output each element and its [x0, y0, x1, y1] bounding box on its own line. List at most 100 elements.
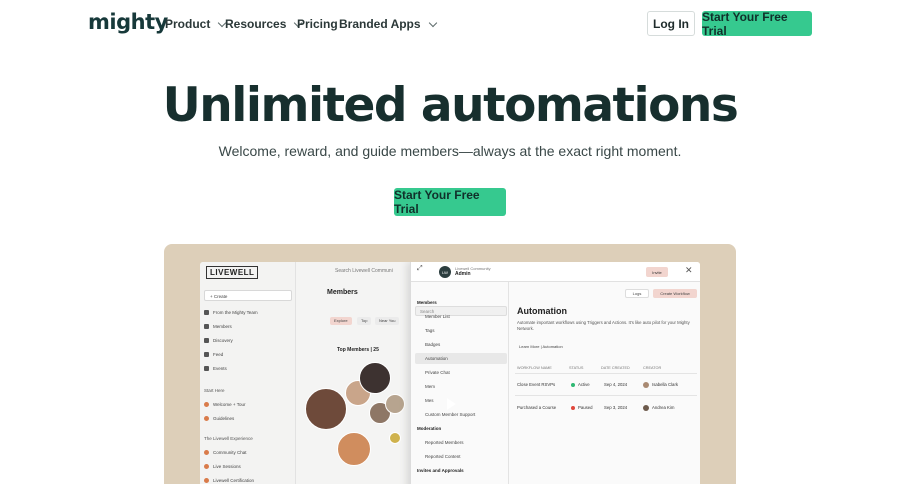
col-date-created: DATE CREATED	[601, 366, 630, 370]
admin-item: Custom Member Support	[425, 412, 476, 417]
feed-icon	[204, 352, 209, 357]
automation-heading: Automation	[517, 306, 567, 316]
app-sidebar: LIVEWELL + Create From the Mighty Team M…	[200, 262, 296, 484]
nav-pricing[interactable]: Pricing	[297, 17, 338, 31]
workflow-date: Sep 4, 2024	[604, 382, 628, 387]
workflow-status: Paused	[571, 405, 593, 410]
sidebar-item-feed: Feed	[204, 352, 223, 357]
guidelines-icon	[204, 416, 209, 421]
top-members-label: Top Members | 25	[337, 347, 379, 353]
livewell-logo: LIVEWELL	[206, 266, 259, 279]
members-icon	[204, 324, 209, 329]
member-avatar	[385, 394, 405, 414]
sidebar-item-from-team: From the Mighty Team	[204, 310, 258, 315]
sidebar-item-label: Events	[213, 366, 227, 371]
table-divider	[515, 395, 697, 396]
creator-name: Andrea Kim	[652, 405, 675, 411]
admin-item: Mes	[425, 398, 434, 403]
avatar	[643, 382, 649, 388]
admin-item: Reported Content	[425, 454, 461, 459]
member-avatar	[305, 388, 347, 430]
sidebar-item-members: Members	[204, 324, 232, 329]
community-logo: LW	[439, 266, 451, 278]
sidebar-item-label: Members	[213, 324, 232, 329]
sidebar-item-label: Feed	[213, 352, 224, 357]
section-experience: The Livewell Experience	[204, 436, 253, 441]
sidebar-item-label: From the Mighty Team	[213, 310, 258, 315]
sidebar-item-discovery: Discovery	[204, 338, 233, 343]
admin-item: Reported Members	[425, 440, 464, 445]
admin-item: Mem	[425, 384, 435, 389]
sidebar-item-label: Livewell Certification	[213, 478, 255, 483]
certification-icon	[204, 478, 209, 483]
nav-product[interactable]: Product	[165, 17, 227, 31]
nav-resources-label: Resources	[225, 17, 287, 31]
close-icon: ✕	[685, 265, 693, 275]
admin-item: Badges	[425, 342, 441, 347]
login-button[interactable]: Log In	[647, 11, 695, 36]
admin-item: Member List	[425, 314, 450, 319]
member-avatar	[337, 432, 371, 466]
modal-header: ⤢ LW Livewell Community Admin Invite ✕	[411, 262, 700, 282]
product-video-frame[interactable]: LIVEWELL + Create From the Mighty Team M…	[164, 244, 736, 484]
workflow-creator: Isabella Clark	[643, 382, 678, 388]
chip-top: Top	[357, 317, 372, 325]
sidebar-item-community-chat: Community Chat	[204, 450, 247, 455]
nav-resources[interactable]: Resources	[225, 17, 303, 31]
sidebar-item-label: Discovery	[213, 338, 233, 343]
team-icon	[204, 310, 209, 315]
sidebar-item-certification: Livewell Certification	[204, 478, 254, 483]
sidebar-item-guidelines: Guidelines	[204, 416, 234, 421]
events-icon	[204, 366, 209, 371]
admin-sidebar: Search Members Member List Tags Badges A…	[411, 282, 509, 484]
admin-item-active: Automation	[425, 356, 448, 361]
chevron-down-icon	[428, 18, 437, 27]
sidebar-item-label: Guidelines	[213, 416, 235, 421]
member-avatar	[389, 432, 401, 444]
section-start-here: Start Here	[204, 388, 225, 393]
chip-explore: Explore	[330, 317, 352, 325]
workflow-name: Close Event RSVPs	[517, 382, 556, 387]
workflow-name: Purchased a Course	[517, 405, 557, 410]
mighty-logo[interactable]: mighty	[88, 10, 168, 34]
live-icon	[204, 464, 209, 469]
play-icon[interactable]	[447, 398, 456, 410]
product-screenshot: LIVEWELL + Create From the Mighty Team M…	[200, 262, 700, 484]
workflow-creator: Andrea Kim	[643, 405, 674, 411]
status-label: Paused	[578, 405, 593, 410]
status-label: Active	[578, 382, 590, 387]
nav-branded-apps-label: Branded Apps	[339, 17, 421, 31]
member-avatar	[359, 362, 391, 394]
members-panel: Members Explore Top Near You Top Members…	[297, 262, 412, 484]
col-creator: CREATOR	[643, 366, 662, 370]
col-workflow-name: WORKFLOW NAME	[517, 366, 552, 370]
workflow-date: Sep 3, 2024	[604, 405, 628, 410]
creator-name: Isabella Clark	[652, 382, 679, 388]
automation-modal: ⤢ LW Livewell Community Admin Invite ✕ S…	[410, 262, 700, 484]
sidebar-item-welcome: Welcome + Tour	[204, 402, 245, 407]
workflow-status: Active	[571, 382, 590, 387]
welcome-icon	[204, 402, 209, 407]
invite-button: Invite	[646, 267, 668, 277]
nav-branded-apps[interactable]: Branded Apps	[339, 17, 437, 31]
start-free-trial-hero-button[interactable]: Start Your Free Trial	[394, 188, 506, 216]
admin-item: Private Chat	[425, 370, 450, 375]
hero-title: Unlimited automations	[162, 78, 739, 133]
status-dot-icon	[571, 405, 575, 410]
automation-description: Automate important workflows using Trigg…	[517, 320, 690, 331]
col-status: STATUS	[569, 366, 584, 370]
sidebar-item-label: Live Sessions	[213, 464, 241, 469]
chat-icon	[204, 450, 209, 455]
logs-button: Logs	[625, 289, 649, 298]
status-dot-icon	[571, 382, 575, 387]
chip-near-you: Near You	[375, 317, 400, 325]
sidebar-item-events: Events	[204, 366, 227, 371]
admin-item: Tags	[425, 328, 435, 333]
nav-pricing-label: Pricing	[297, 17, 338, 31]
start-free-trial-nav-button[interactable]: Start Your Free Trial	[702, 10, 812, 38]
group-members: Members	[417, 300, 437, 305]
expand-icon: ⤢	[417, 265, 423, 272]
members-title: Members	[327, 289, 358, 296]
discovery-icon	[204, 338, 209, 343]
sidebar-item-live-sessions: Live Sessions	[204, 464, 241, 469]
